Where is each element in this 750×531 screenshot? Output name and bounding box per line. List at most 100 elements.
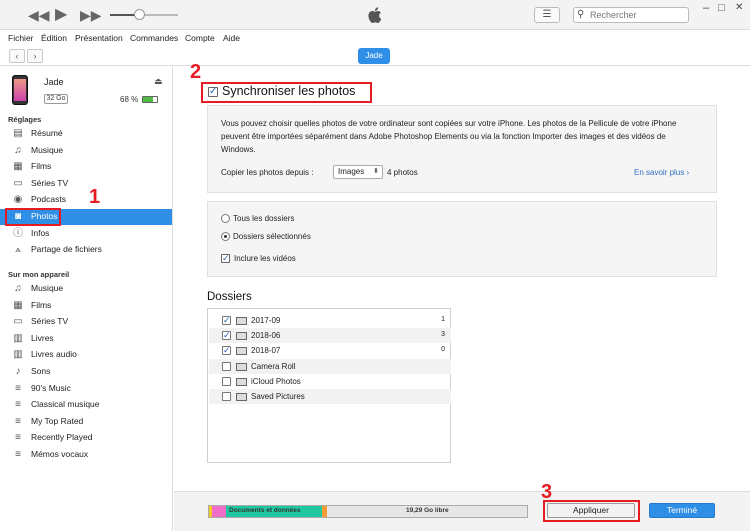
tv-icon: ▭ xyxy=(13,177,23,189)
done-button[interactable]: Terminé xyxy=(649,503,715,518)
eject-icon[interactable]: ⏏ xyxy=(154,76,163,87)
film-icon: ▦ xyxy=(13,161,23,173)
menu-bar: Fichier Édition Présentation Commandes C… xyxy=(0,31,750,46)
folder-count: 1 xyxy=(441,316,445,323)
battery-percent: 68 % xyxy=(120,95,139,104)
fast-forward-icon[interactable]: ▶▶ xyxy=(80,6,102,24)
sidebar-item-recently-played[interactable]: ≡ Recently Played xyxy=(0,430,172,446)
folder-row[interactable]: ✓ 2018-07 0 xyxy=(209,343,451,358)
forward-button[interactable]: › xyxy=(27,49,43,63)
sidebar-item-musique[interactable]: ♫ Musique xyxy=(0,143,172,159)
selected-folders-label: Dossiers sélectionnés xyxy=(233,232,311,241)
sidebar-item-s-ries-tv[interactable]: ▭ Séries TV xyxy=(0,314,172,330)
folder-icon xyxy=(236,332,247,341)
menu-fichier[interactable]: Fichier xyxy=(8,33,34,43)
select-arrows-icon: ⬍ xyxy=(373,168,379,175)
playlist-icon: ≡ xyxy=(15,432,21,444)
folder-checkbox[interactable]: ✓ xyxy=(222,331,231,341)
highlight-photos xyxy=(5,208,61,226)
back-button[interactable]: ‹ xyxy=(9,49,25,63)
folder-icon xyxy=(236,347,247,356)
list-view-button[interactable]: ☰ xyxy=(534,7,560,23)
sidebar-item-films[interactable]: ▦ Films xyxy=(0,159,172,175)
settings-header: Réglages xyxy=(8,115,42,124)
folder-row[interactable]: ✓ 2018-06 3 xyxy=(209,328,451,344)
device-pill-button[interactable]: Jade xyxy=(358,48,390,64)
copy-from-label: Copier les photos depuis : xyxy=(221,168,314,177)
folders-list[interactable]: ✓ 2017-09 1 ✓ 2018-06 3 ✓ 2018-07 0 Camera Roll iC… xyxy=(207,308,451,463)
sidebar-item-partage-de-fichiers[interactable]: ⟑ Partage de fichiers xyxy=(0,242,172,258)
volume-knob[interactable] xyxy=(134,9,145,20)
playlist-icon: ≡ xyxy=(15,449,21,460)
sidebar-item-musique[interactable]: ♫ Musique xyxy=(0,281,172,297)
sidebar-item-films[interactable]: ▦ Films xyxy=(0,298,172,314)
book-icon: ▥ xyxy=(13,332,23,344)
minimize-button[interactable]: – xyxy=(703,2,709,14)
folders-title: Dossiers xyxy=(207,291,252,303)
maximize-button[interactable]: □ xyxy=(718,2,725,14)
folder-icon xyxy=(236,317,247,325)
film-icon: ▦ xyxy=(13,299,23,311)
play-icon[interactable]: ▶ xyxy=(55,6,67,24)
sidebar-item-label: Livres audio xyxy=(31,349,77,360)
storage-segment-orange xyxy=(322,506,327,517)
music-icon: ♫ xyxy=(14,283,22,294)
sidebar-item-sons[interactable]: ♪ Sons xyxy=(0,364,172,380)
sidebar: Jade 32 Go ⏏ 68 % Réglages ▤ Résumé ♫ Musiq… xyxy=(0,67,173,531)
all-folders-radio[interactable] xyxy=(221,214,230,223)
sidebar-item-90-s-music[interactable]: ≡ 90's Music xyxy=(0,381,172,397)
selected-folders-radio[interactable] xyxy=(221,232,230,241)
menu-commandes[interactable]: Commandes xyxy=(130,33,178,43)
sidebar-item-m-mos-vocaux[interactable]: ≡ Mémos vocaux xyxy=(0,447,172,463)
close-button[interactable]: ✕ xyxy=(735,2,743,13)
device-name: Jade xyxy=(44,77,64,87)
folder-name: 2018-06 xyxy=(251,331,281,341)
sidebar-item-label: Partage de fichiers xyxy=(31,244,102,255)
sidebar-item-classical-musique[interactable]: ≡ Classical musique xyxy=(0,397,172,413)
folder-checkbox[interactable]: ✓ xyxy=(222,346,231,356)
sidebar-item-label: Films xyxy=(31,299,52,310)
apps-icon: ⟑ xyxy=(14,244,22,256)
sidebar-item-label: Films xyxy=(31,161,52,172)
folder-checkbox[interactable] xyxy=(222,392,231,401)
folder-checkbox[interactable] xyxy=(222,361,231,371)
folder-icon xyxy=(236,377,247,386)
storage-free-label: 19,29 Go libre xyxy=(406,507,449,514)
sidebar-item-livres[interactable]: ▥ Livres xyxy=(0,331,172,347)
folder-count: 3 xyxy=(441,331,445,339)
sidebar-item-s-ries-tv[interactable]: ▭ Séries TV xyxy=(0,176,172,192)
include-videos-checkbox[interactable]: ✓ xyxy=(221,254,230,263)
menu-edition[interactable]: Édition xyxy=(41,33,67,43)
folder-checkbox[interactable]: ✓ xyxy=(222,316,231,325)
sidebar-item-my-top-rated[interactable]: ≡ My Top Rated xyxy=(0,414,172,430)
folder-icon xyxy=(236,362,247,371)
menu-presentation[interactable]: Présentation xyxy=(75,33,123,43)
navigation-row: ‹ › Jade xyxy=(0,46,750,66)
folder-row[interactable]: Saved Pictures xyxy=(209,389,451,404)
sidebar-item-label: Mémos vocaux xyxy=(31,449,89,459)
sidebar-item-label: Sons xyxy=(31,366,51,376)
sidebar-item-livres-audio[interactable]: ▥ Livres audio xyxy=(0,347,172,363)
menu-compte[interactable]: Compte xyxy=(185,33,215,43)
folder-row[interactable]: ✓ 2017-09 1 xyxy=(209,313,451,328)
sidebar-item-label: Séries TV xyxy=(31,316,69,327)
folder-row[interactable]: iCloud Photos xyxy=(209,374,451,389)
sidebar-item-podcasts[interactable]: ◉ Podcasts xyxy=(0,192,172,208)
sidebar-item-infos[interactable]: ⓘ Infos xyxy=(0,226,172,242)
copy-from-select[interactable]: Images ⬍ xyxy=(333,165,383,179)
menu-aide[interactable]: Aide xyxy=(223,33,240,43)
annotation-2: 2 xyxy=(190,61,202,83)
sidebar-item-r-sum-[interactable]: ▤ Résumé xyxy=(0,126,172,142)
search-input[interactable]: ⚲ Rechercher xyxy=(573,7,689,23)
sidebar-item-label: Résumé xyxy=(31,128,63,138)
folder-checkbox[interactable] xyxy=(222,376,231,386)
rewind-icon[interactable]: ◀◀ xyxy=(28,6,50,24)
sidebar-item-label: Recently Played xyxy=(31,432,93,443)
playlist-icon: ≡ xyxy=(15,415,21,427)
folder-icon xyxy=(236,393,247,401)
folder-row[interactable]: Camera Roll xyxy=(209,358,451,374)
device-capacity: 32 Go xyxy=(44,94,68,104)
device-header: Sur mon appareil xyxy=(8,270,70,279)
folder-name: iCloud Photos xyxy=(251,376,301,386)
learn-more-link[interactable]: En savoir plus › xyxy=(634,168,689,177)
